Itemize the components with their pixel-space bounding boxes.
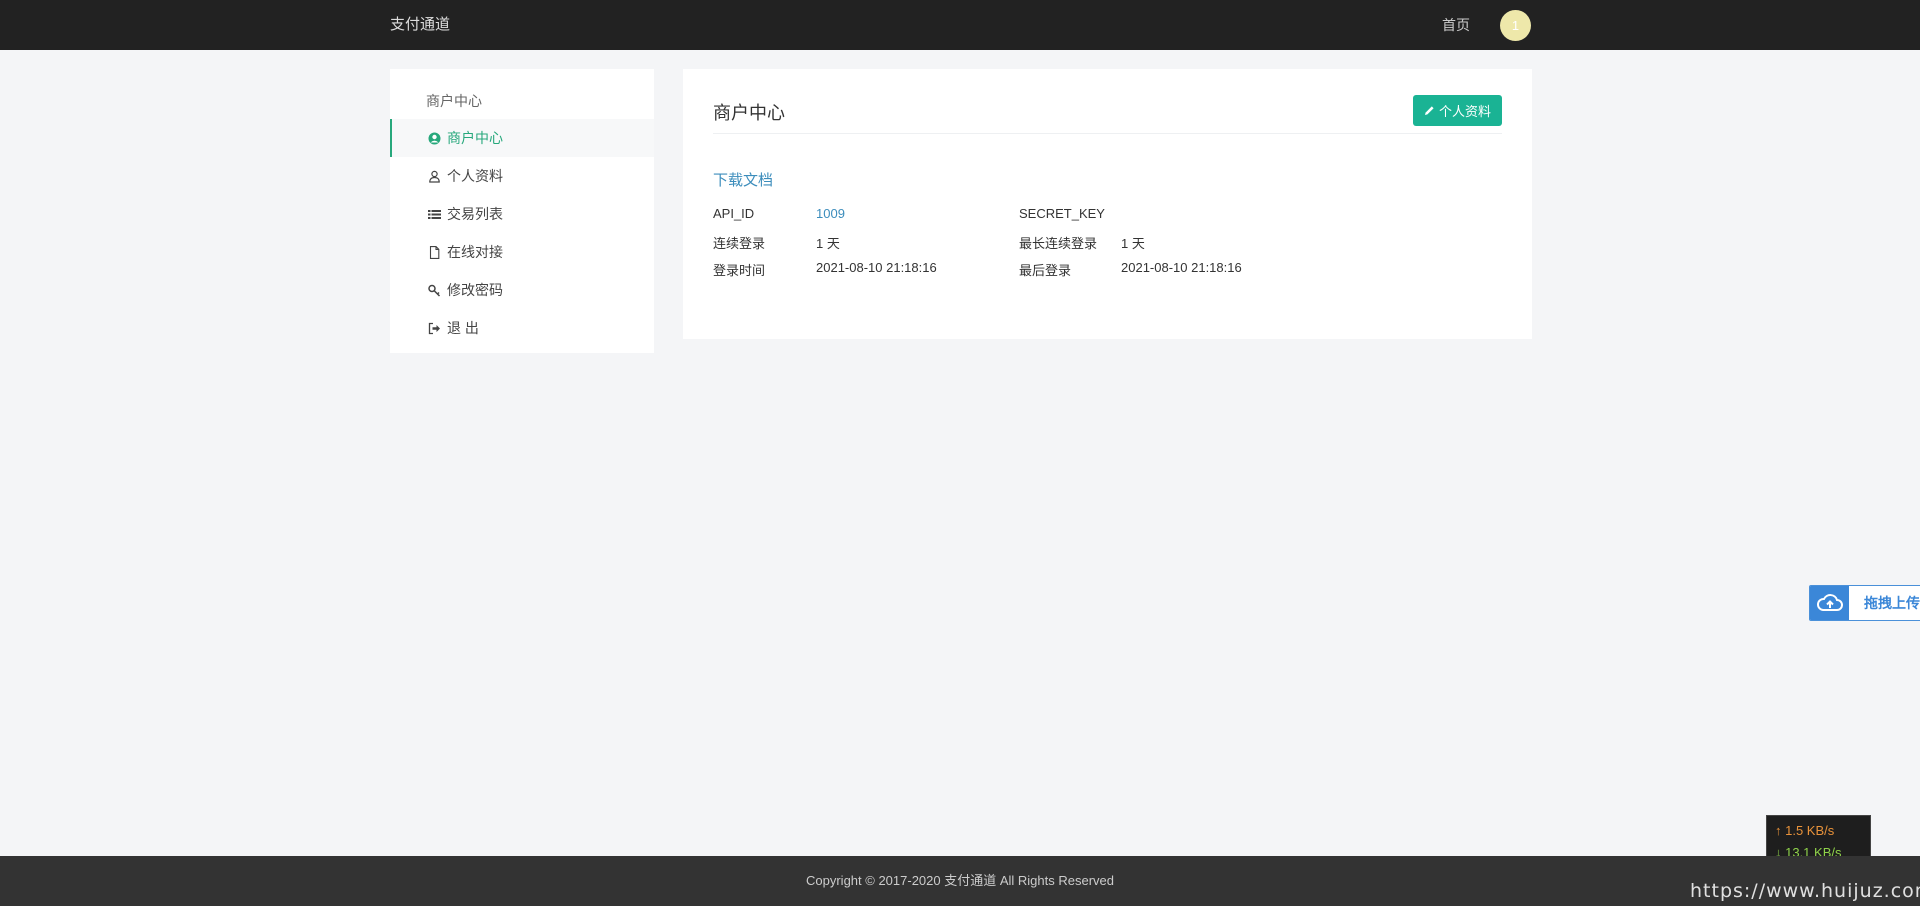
longest-login-value: 1 天 xyxy=(1121,233,1145,252)
list-icon xyxy=(428,208,441,221)
key-icon xyxy=(428,284,441,297)
sidebar-item-label: 商户中心 xyxy=(447,119,503,157)
brand-title[interactable]: 支付通道 xyxy=(390,0,450,50)
main-panel: 商户中心 个人资料 下载文档 API_ID 1009 SECRET_KEY 连续… xyxy=(683,69,1532,339)
sidebar-item-label: 个人资料 xyxy=(447,157,503,195)
secret-key-label: SECRET_KEY xyxy=(1019,206,1105,221)
consecutive-login-value: 1 天 xyxy=(816,233,840,252)
profile-button[interactable]: 个人资料 xyxy=(1413,95,1502,126)
api-id-value: 1009 xyxy=(816,206,845,221)
footer-copyright: Copyright © 2017-2020 支付通道 All Rights Re… xyxy=(0,856,1920,906)
api-id-label: API_ID xyxy=(713,206,754,221)
sidebar-item-transactions[interactable]: 交易列表 xyxy=(390,195,654,233)
sidebar-item-online-integration[interactable]: 在线对接 xyxy=(390,233,654,271)
sidebar-item-profile[interactable]: 个人资料 xyxy=(390,157,654,195)
upload-speed: ↑ 1.5 KB/s xyxy=(1775,820,1862,842)
login-time-label: 登录时间 xyxy=(713,260,765,279)
page-title: 商户中心 xyxy=(713,99,785,125)
user-circle-icon xyxy=(428,132,441,145)
footer: Copyright © 2017-2020 支付通道 All Rights Re… xyxy=(0,856,1920,906)
user-icon xyxy=(428,170,441,183)
user-avatar[interactable]: 1 xyxy=(1500,10,1531,41)
sidebar-item-merchant-center[interactable]: 商户中心 xyxy=(390,119,654,157)
sidebar: 商户中心 商户中心 个人资料 交易列表 在线对接 修改密码 退 出 xyxy=(390,69,654,353)
nav-home-link[interactable]: 首页 xyxy=(1442,0,1470,50)
last-login-value: 2021-08-10 21:18:16 xyxy=(1121,260,1242,275)
longest-login-label: 最长连续登录 xyxy=(1019,233,1097,252)
consecutive-login-label: 连续登录 xyxy=(713,233,765,252)
profile-button-label: 个人资料 xyxy=(1439,101,1491,120)
drag-upload-widget[interactable]: 拖拽上传 xyxy=(1809,585,1920,621)
sidebar-item-label: 在线对接 xyxy=(447,233,503,271)
sign-out-icon xyxy=(428,322,441,335)
pencil-icon xyxy=(1424,105,1435,116)
sidebar-heading: 商户中心 xyxy=(426,91,482,111)
sidebar-item-label: 退 出 xyxy=(447,309,479,347)
download-docs-link[interactable]: 下载文档 xyxy=(713,169,773,190)
last-login-label: 最后登录 xyxy=(1019,260,1071,279)
login-time-value: 2021-08-10 21:18:16 xyxy=(816,260,937,275)
sidebar-item-label: 修改密码 xyxy=(447,271,503,309)
watermark: https://www.huijuz.com xyxy=(1690,880,1920,902)
sidebar-item-logout[interactable]: 退 出 xyxy=(390,309,654,347)
panel-divider xyxy=(713,133,1502,134)
sidebar-item-change-password[interactable]: 修改密码 xyxy=(390,271,654,309)
drag-upload-label: 拖拽上传 xyxy=(1864,593,1920,613)
sidebar-item-label: 交易列表 xyxy=(447,195,503,233)
top-navbar: 支付通道 首页 1 xyxy=(0,0,1920,50)
cloud-upload-icon xyxy=(1810,585,1849,621)
file-icon xyxy=(428,246,441,259)
